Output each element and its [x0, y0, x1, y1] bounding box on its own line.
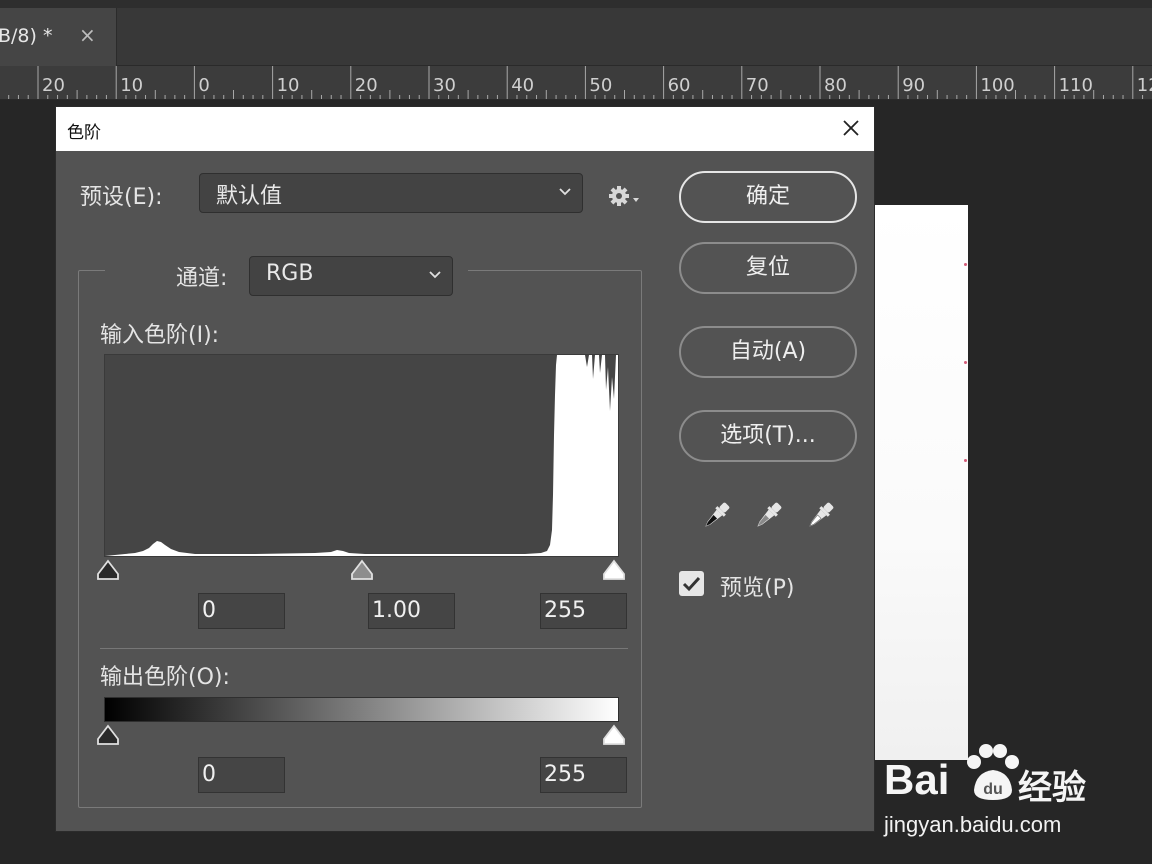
svg-text:du: du: [983, 781, 1003, 798]
histogram: [104, 354, 619, 557]
black-eyedropper-icon[interactable]: [699, 499, 733, 533]
ruler-label: 12: [1136, 75, 1152, 96]
section-divider: [100, 648, 628, 649]
channel-value: RGB: [266, 261, 314, 286]
input-white-field[interactable]: 255: [540, 593, 627, 629]
ruler-label: 80: [824, 75, 847, 96]
auto-button[interactable]: 自动(A): [679, 326, 857, 378]
ruler-label: 0: [198, 75, 210, 96]
close-tab-icon[interactable]: ×: [79, 23, 96, 47]
gray-eyedropper-icon[interactable]: [751, 499, 785, 533]
document-tab[interactable]: B/8) * ×: [0, 8, 117, 66]
ruler-label: 110: [1058, 75, 1093, 96]
input-white-point-slider[interactable]: [602, 559, 626, 581]
output-white-slider[interactable]: [602, 724, 626, 746]
document-tab-strip: B/8) * ×: [0, 8, 1152, 66]
output-black-slider[interactable]: [96, 724, 120, 746]
input-gamma-field[interactable]: 1.00: [368, 593, 455, 629]
gear-icon[interactable]: [606, 182, 642, 210]
ruler-label: 50: [589, 75, 613, 96]
ruler-label: 20: [354, 75, 378, 96]
dialog-title: 色阶: [67, 123, 101, 143]
preview-label: 预览(P): [720, 576, 795, 601]
reset-button[interactable]: 复位: [679, 242, 857, 294]
baidu-watermark-logo: Bai du 经验: [884, 742, 1094, 812]
preset-label: 预设(E):: [80, 185, 163, 210]
ruler-label: 70: [745, 75, 769, 96]
ruler-label: 10: [276, 75, 300, 96]
canvas-document: [860, 205, 968, 760]
options-button[interactable]: 选项(T)...: [679, 410, 857, 462]
canvas-mark: [964, 459, 967, 462]
canvas-mark: [964, 361, 967, 364]
app-top-bar: [0, 0, 1152, 8]
chevron-down-icon: [559, 188, 571, 196]
ok-button[interactable]: 确定: [679, 171, 857, 223]
watermark-brand-suffix: 经验: [1018, 768, 1086, 808]
dialog-title-bar[interactable]: 色阶: [56, 107, 874, 151]
histogram-plot: [105, 355, 618, 556]
document-tab-label: B/8) *: [0, 25, 53, 47]
input-levels-label: 输入色阶(I):: [100, 323, 220, 348]
ruler-label: 40: [511, 75, 535, 96]
ruler-label: 60: [667, 75, 691, 96]
checkmark-icon: [682, 576, 701, 592]
output-black-field[interactable]: 0: [198, 757, 285, 793]
white-eyedropper-icon[interactable]: [803, 499, 837, 533]
ruler-label: 20: [42, 75, 65, 96]
output-gradient-bar: [104, 697, 619, 722]
watermark-url: jingyan.baidu.com: [884, 812, 1062, 837]
canvas-mark: [964, 263, 967, 266]
horizontal-ruler: 2010010203040506070809010011012: [0, 66, 1152, 100]
channel-select[interactable]: RGB: [249, 256, 453, 296]
input-black-point-slider[interactable]: [96, 559, 120, 581]
levels-dialog: 色阶 预设(E): 默认值 确定 复位 自动(A) 选项(T)... 预览(P)…: [56, 107, 874, 831]
input-black-field[interactable]: 0: [198, 593, 285, 629]
preview-checkbox[interactable]: [679, 571, 704, 596]
preset-value: 默认值: [216, 184, 283, 209]
ruler-ticks: [8, 66, 1144, 99]
chevron-down-icon: [429, 271, 441, 279]
watermark-brand: Bai: [884, 756, 950, 803]
ruler-label: 100: [980, 75, 1015, 96]
input-gamma-slider[interactable]: [350, 559, 374, 581]
ruler-label: 10: [120, 75, 144, 96]
output-white-field[interactable]: 255: [540, 757, 627, 793]
channel-label: 通道:: [176, 266, 228, 291]
ruler-label: 30: [433, 75, 456, 96]
close-icon[interactable]: [838, 115, 864, 141]
paw-icon: du: [967, 744, 1019, 800]
preset-select[interactable]: 默认值: [199, 173, 583, 213]
ruler-label: 90: [902, 75, 926, 96]
output-levels-label: 输出色阶(O):: [100, 665, 230, 690]
